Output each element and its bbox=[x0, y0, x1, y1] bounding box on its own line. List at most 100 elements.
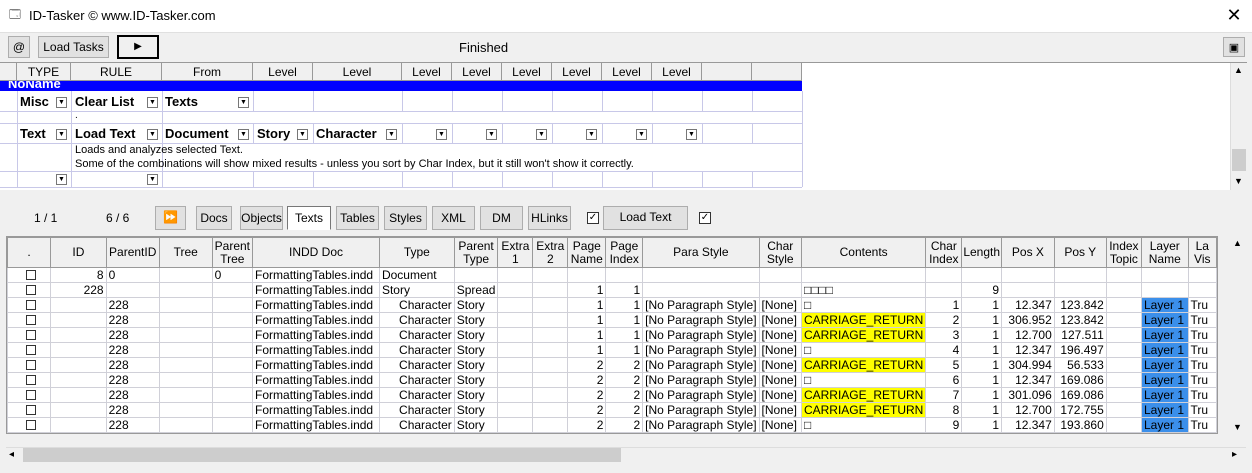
row-checkbox[interactable] bbox=[26, 330, 36, 340]
rules-header-rule[interactable]: RULE bbox=[71, 63, 162, 81]
rules-header-level[interactable]: Level bbox=[313, 63, 402, 81]
checkbox[interactable]: ✓ bbox=[587, 212, 599, 224]
table-row[interactable]: 228 FormattingTables.indd Character Story 1 1… bbox=[7, 297, 1217, 313]
column-header[interactable]: La Vis bbox=[1187, 237, 1217, 268]
table-row[interactable]: 228 FormattingTables.indd Story Spread 1 1 □□□… bbox=[7, 282, 1217, 298]
restore-button[interactable]: ▣ bbox=[1223, 37, 1245, 57]
fast-forward-button[interactable]: ⏩ bbox=[155, 206, 186, 230]
tab-texts[interactable]: Texts bbox=[287, 206, 331, 230]
column-header[interactable]: Parent Type bbox=[453, 237, 499, 268]
column-header[interactable]: Index Topic bbox=[1105, 237, 1142, 268]
tab-xml[interactable]: XML bbox=[432, 206, 475, 230]
rules-header-level[interactable]: Level bbox=[402, 63, 452, 81]
table-row[interactable]: 228 FormattingTables.indd Character Story 1 1… bbox=[7, 342, 1217, 358]
rule-level-cell[interactable]: Character bbox=[316, 126, 377, 142]
chevron-down-icon[interactable]: ▼ bbox=[56, 174, 67, 185]
rules-header-type[interactable]: TYPE bbox=[17, 63, 71, 81]
rule-type-cell[interactable]: Text bbox=[20, 126, 46, 142]
rules-header-level[interactable]: Level bbox=[502, 63, 552, 81]
rule-name-cell[interactable]: Load Text bbox=[75, 126, 135, 142]
column-header[interactable]: Page Name bbox=[567, 237, 607, 268]
row-checkbox[interactable] bbox=[26, 390, 36, 400]
row-checkbox[interactable] bbox=[26, 360, 36, 370]
column-header[interactable]: . bbox=[7, 237, 52, 268]
rule-from-cell[interactable]: Texts bbox=[165, 94, 198, 110]
column-header[interactable]: Extra 2 bbox=[532, 237, 569, 268]
chevron-down-icon[interactable]: ▼ bbox=[147, 97, 158, 108]
grid-scrollbar[interactable]: ▲ ▼ bbox=[1229, 236, 1246, 434]
chevron-down-icon[interactable]: ▼ bbox=[56, 129, 67, 140]
column-header[interactable]: Char Style bbox=[758, 237, 802, 268]
close-icon[interactable]: ✕ bbox=[1222, 4, 1246, 28]
table-row[interactable]: 8 0 0 FormattingTables.indd Document bbox=[7, 267, 1217, 283]
tab-objects[interactable]: Objects bbox=[240, 206, 283, 230]
checkbox[interactable]: ✓ bbox=[699, 212, 711, 224]
chevron-down-icon[interactable]: ▼ bbox=[436, 129, 447, 140]
load-text-button[interactable]: Load Text bbox=[603, 206, 688, 230]
row-checkbox[interactable] bbox=[26, 315, 36, 325]
column-header[interactable]: Char Index bbox=[925, 237, 963, 268]
chevron-down-icon[interactable]: ▼ bbox=[56, 97, 67, 108]
column-header[interactable]: ParentID bbox=[105, 237, 160, 268]
row-checkbox[interactable] bbox=[26, 420, 36, 430]
rules-header-level[interactable]: Level bbox=[602, 63, 652, 81]
row-checkbox[interactable] bbox=[26, 375, 36, 385]
scrollbar-thumb[interactable] bbox=[23, 448, 621, 462]
row-checkbox[interactable] bbox=[26, 345, 36, 355]
chevron-down-icon[interactable]: ▼ bbox=[586, 129, 597, 140]
group-header-row[interactable]: NoName bbox=[0, 81, 802, 91]
chevron-down-icon[interactable]: ▼ bbox=[297, 129, 308, 140]
row-checkbox[interactable] bbox=[26, 405, 36, 415]
chevron-down-icon[interactable]: ▼ bbox=[238, 97, 249, 108]
column-header[interactable]: Tree bbox=[158, 237, 213, 268]
chevron-down-icon[interactable]: ▼ bbox=[147, 174, 158, 185]
column-header[interactable]: Type bbox=[378, 237, 455, 268]
column-header[interactable]: Page Index bbox=[605, 237, 644, 268]
table-row[interactable]: 228 FormattingTables.indd Character Story 1 1… bbox=[7, 327, 1217, 343]
rules-header-level[interactable]: Level bbox=[253, 63, 313, 81]
rules-header-level[interactable]: Level bbox=[652, 63, 702, 81]
column-header[interactable]: Pos X bbox=[1001, 237, 1055, 268]
tab-hlinks[interactable]: HLinks bbox=[528, 206, 571, 230]
rules-header-from[interactable]: From bbox=[162, 63, 253, 81]
column-header[interactable]: Length bbox=[961, 237, 1003, 268]
rules-scrollbar[interactable]: ▲ ▼ bbox=[1230, 63, 1247, 190]
rule-type-cell[interactable]: Misc bbox=[20, 94, 49, 110]
row-checkbox[interactable] bbox=[26, 270, 36, 280]
column-header[interactable]: Layer Name bbox=[1140, 237, 1189, 268]
column-header[interactable]: Contents bbox=[800, 237, 927, 268]
chevron-down-icon[interactable]: ▼ bbox=[686, 129, 697, 140]
tab-styles[interactable]: Styles bbox=[384, 206, 427, 230]
rule-from-cell[interactable]: Document bbox=[165, 126, 229, 142]
chevron-down-icon[interactable]: ▼ bbox=[238, 129, 249, 140]
column-header[interactable]: INDD Doc bbox=[252, 237, 380, 268]
table-row[interactable]: 228 FormattingTables.indd Character Story 2 2… bbox=[7, 417, 1217, 433]
rule-name-cell[interactable]: Clear List bbox=[75, 94, 134, 110]
column-header[interactable]: ID bbox=[50, 237, 107, 268]
chevron-down-icon[interactable]: ▼ bbox=[486, 129, 497, 140]
column-header[interactable]: Para Style bbox=[642, 237, 760, 268]
load-tasks-button[interactable]: Load Tasks bbox=[38, 36, 109, 58]
at-button[interactable]: @ bbox=[8, 36, 30, 58]
chevron-down-icon[interactable]: ▼ bbox=[636, 129, 647, 140]
table-row[interactable]: 228 FormattingTables.indd Character Story 1 1… bbox=[7, 312, 1217, 328]
rules-header-level[interactable]: Level bbox=[452, 63, 502, 81]
run-button[interactable]: ▶ bbox=[117, 35, 159, 59]
table-row[interactable]: 228 FormattingTables.indd Character Story 2 2… bbox=[7, 357, 1217, 373]
chevron-down-icon[interactable]: ▼ bbox=[536, 129, 547, 140]
tab-docs[interactable]: Docs bbox=[196, 206, 232, 230]
table-row[interactable]: 228 FormattingTables.indd Character Story 2 2… bbox=[7, 402, 1217, 418]
chevron-down-icon[interactable]: ▼ bbox=[386, 129, 397, 140]
row-checkbox[interactable] bbox=[26, 300, 36, 310]
column-header[interactable]: Parent Tree bbox=[211, 237, 254, 268]
column-header[interactable]: Pos Y bbox=[1053, 237, 1107, 268]
table-row[interactable]: 228 FormattingTables.indd Character Story 2 2… bbox=[7, 387, 1217, 403]
rule-level-cell[interactable]: Story bbox=[257, 126, 290, 142]
table-row[interactable]: 228 FormattingTables.indd Character Story 2 2… bbox=[7, 372, 1217, 388]
column-header[interactable]: Extra 1 bbox=[497, 237, 534, 268]
row-checkbox[interactable] bbox=[26, 285, 36, 295]
tab-dm[interactable]: DM bbox=[480, 206, 523, 230]
chevron-down-icon[interactable]: ▼ bbox=[147, 129, 158, 140]
tab-tables[interactable]: Tables bbox=[336, 206, 379, 230]
rules-header-level[interactable]: Level bbox=[552, 63, 602, 81]
